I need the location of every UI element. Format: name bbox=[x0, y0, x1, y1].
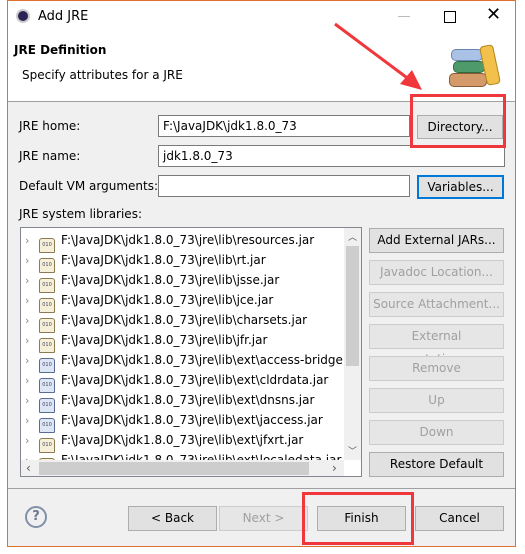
annotation-arrow bbox=[334, 22, 422, 90]
